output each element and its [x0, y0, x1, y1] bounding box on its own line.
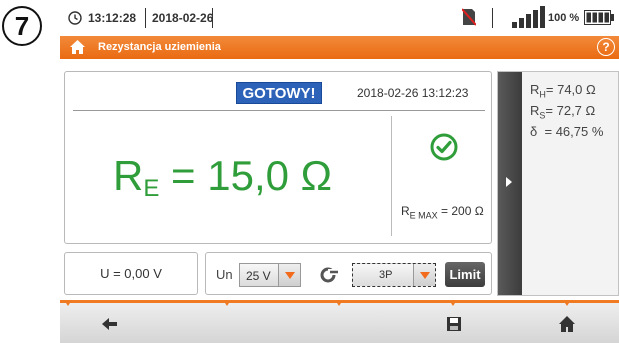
back-arrow-icon[interactable]	[102, 317, 118, 331]
mode-value: 3P	[379, 269, 393, 281]
limit-subscript: E MAX	[409, 210, 438, 221]
status-bar: 13:12:28 2018-02-26 100 %	[60, 0, 619, 36]
bottom-toolbar	[60, 300, 619, 343]
limit-symbol: R	[401, 204, 410, 218]
dropdown-button[interactable]	[413, 264, 435, 286]
limit-button[interactable]: Limit	[445, 262, 485, 287]
un-voltage-select[interactable]: 25 V	[239, 263, 301, 287]
voltage-readout: U = 0,00 V	[64, 252, 198, 295]
result-value: = 15,0 Ω	[171, 152, 333, 199]
divider	[492, 8, 493, 28]
check-circle-icon	[430, 133, 458, 161]
arrow-right-icon	[506, 177, 512, 187]
divider-tick	[223, 300, 231, 306]
result-row-rh: RH= 74,0 Ω	[530, 82, 596, 100]
status-time: 13:12:28	[88, 11, 137, 25]
divider	[145, 8, 146, 28]
clamp-probe-icon	[320, 267, 338, 283]
settings-bar: Un 25 V 3P Limit	[205, 252, 492, 295]
signal-strength-icon	[512, 6, 545, 28]
additional-results-panel: RH= 74,0 Ω RS= 72,7 Ω δ = 46,75 %	[497, 71, 619, 296]
no-memory-card-icon	[462, 8, 476, 26]
row-value: = 74,0 Ω	[545, 82, 596, 97]
result-row-rs: RS= 72,7 Ω	[530, 103, 595, 121]
result-subscript: E	[143, 175, 160, 202]
un-label: Un	[216, 267, 233, 282]
help-button[interactable]: ?	[597, 38, 615, 56]
main-result: RE = 15,0 Ω	[113, 152, 332, 203]
measurement-mode-select[interactable]: 3P	[352, 263, 436, 287]
measurement-panel: GOTOWY! 2018-02-26 13:12:23 RE = 15,0 Ω …	[64, 71, 492, 244]
divider-tick	[335, 300, 343, 306]
home-icon[interactable]	[558, 315, 576, 333]
screen-title: Rezystancja uziemienia	[98, 41, 221, 53]
divider	[391, 116, 392, 236]
status-date: 2018-02-26	[152, 11, 214, 25]
limit-value: RE MAX = 200 Ω	[401, 204, 484, 220]
dropdown-button[interactable]	[278, 264, 300, 286]
title-bar: Rezystancja uziemienia ?	[60, 36, 619, 59]
divider-tick	[563, 300, 571, 306]
battery-percent: 100 %	[548, 12, 580, 24]
clock-icon	[68, 11, 82, 25]
result-row-delta: δ = 46,75 %	[530, 124, 603, 139]
divider-tick	[449, 300, 457, 306]
status-badge: GOTOWY!	[236, 82, 322, 104]
row-value: = 46,75 %	[544, 124, 604, 139]
measurement-datetime: 2018-02-26 13:12:23	[357, 86, 469, 100]
home-icon[interactable]	[69, 39, 86, 55]
divider	[73, 110, 485, 111]
row-symbol: R	[530, 82, 540, 97]
un-value: 25 V	[246, 269, 271, 283]
chevron-down-icon	[285, 272, 295, 279]
row-value: = 72,7 Ω	[545, 103, 596, 118]
result-symbol: R	[113, 152, 144, 199]
step-number-badge: 7	[2, 6, 42, 46]
divider-tick	[64, 300, 72, 306]
limit-number: = 200 Ω	[441, 204, 484, 218]
chevron-down-icon	[420, 272, 430, 279]
row-symbol: δ	[530, 124, 538, 139]
save-icon[interactable]	[446, 316, 462, 332]
expand-panel-tab[interactable]	[498, 72, 522, 295]
battery-icon	[584, 10, 614, 25]
row-symbol: R	[530, 103, 540, 118]
divider	[212, 8, 213, 28]
